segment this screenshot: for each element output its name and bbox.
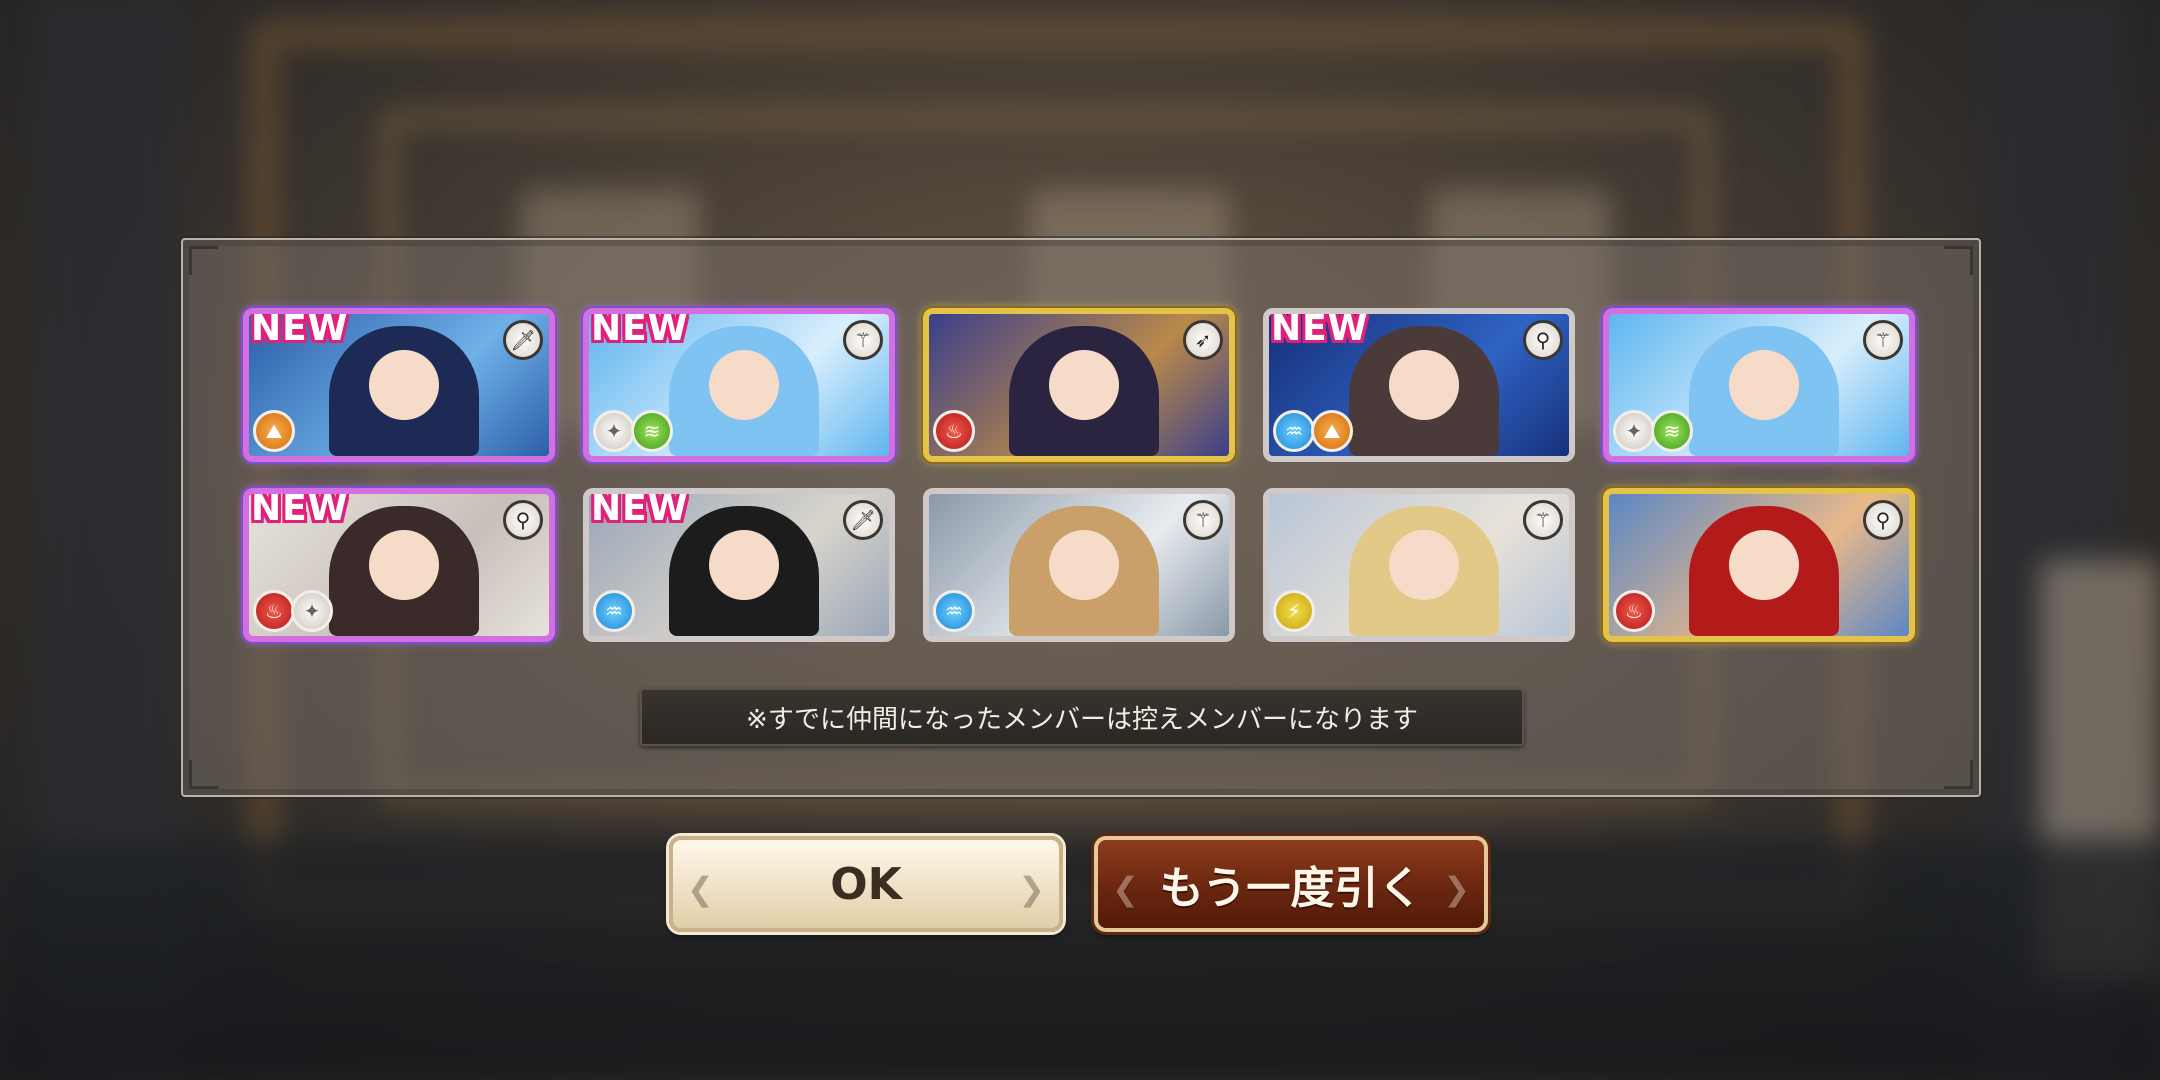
- chevron-right-icon: ❯: [1018, 870, 1045, 908]
- notice-text: ※すでに仲間になったメンバーは控えメンバーになります: [745, 704, 1419, 735]
- result-card[interactable]: ⚚ ⚡: [1263, 488, 1575, 642]
- draw-again-button[interactable]: ❮ もう一度引く ❯: [1094, 836, 1488, 932]
- character-face: [709, 350, 779, 420]
- element-icons: ⛰: [253, 410, 295, 452]
- bg-floor: [0, 840, 2160, 1080]
- result-card[interactable]: NEW 🗡 ♒: [583, 488, 895, 642]
- ok-button[interactable]: ❮ OK ❯: [669, 836, 1063, 932]
- staff-icon: ⚚: [1183, 500, 1223, 540]
- fire-element-icon: ♨: [253, 590, 295, 632]
- element-icons: ♒ ⛰: [1273, 410, 1353, 452]
- thunder-element-icon: ⚡: [1273, 590, 1315, 632]
- result-card[interactable]: NEW ⚚ ✦ ≋: [583, 308, 895, 462]
- magnifier-icon: ⚲: [503, 500, 543, 540]
- character-face: [1049, 350, 1119, 420]
- corner-ornament: [1944, 760, 1973, 789]
- new-badge: NEW: [591, 308, 689, 349]
- element-icons: ♨: [1613, 590, 1655, 632]
- water-element-icon: ♒: [933, 590, 975, 632]
- new-badge: NEW: [251, 308, 349, 349]
- element-icons: ♒: [593, 590, 635, 632]
- character-face: [1049, 530, 1119, 600]
- water-element-icon: ♒: [1273, 410, 1315, 452]
- light-element-icon: ✦: [1613, 410, 1655, 452]
- element-icons: ♒: [933, 590, 975, 632]
- character-face: [369, 350, 439, 420]
- earth-element-icon: ⛰: [253, 410, 295, 452]
- bow-icon: ➶: [1183, 320, 1223, 360]
- notice-banner: ※すでに仲間になったメンバーは控えメンバーになります: [640, 688, 1524, 746]
- character-face: [1729, 530, 1799, 600]
- character-face: [1389, 530, 1459, 600]
- earth-element-icon: ⛰: [1311, 410, 1353, 452]
- element-icons: ♨: [933, 410, 975, 452]
- result-card[interactable]: NEW 🗡 ⛰: [243, 308, 555, 462]
- new-badge: NEW: [591, 488, 689, 529]
- magnifier-icon: ⚲: [1863, 500, 1903, 540]
- sword-icon: 🗡: [503, 320, 543, 360]
- staff-icon: ⚚: [1863, 320, 1903, 360]
- wind-element-icon: ≋: [1651, 410, 1693, 452]
- result-card[interactable]: ⚲ ♨: [1603, 488, 1915, 642]
- wind-element-icon: ≋: [631, 410, 673, 452]
- sword-icon: 🗡: [843, 500, 883, 540]
- draw-again-button-label: もう一度引く: [1159, 863, 1423, 914]
- ok-button-label: OK: [830, 858, 902, 910]
- water-element-icon: ♒: [593, 590, 635, 632]
- magnifier-icon: ⚲: [1523, 320, 1563, 360]
- staff-icon: ⚚: [843, 320, 883, 360]
- character-face: [1389, 350, 1459, 420]
- result-card[interactable]: ⚚ ✦ ≋: [1603, 308, 1915, 462]
- result-card[interactable]: NEW ⚲ ♒ ⛰: [1263, 308, 1575, 462]
- corner-ornament: [1944, 246, 1973, 275]
- chevron-left-icon: ❮: [687, 870, 714, 908]
- fire-element-icon: ♨: [1613, 590, 1655, 632]
- new-badge: NEW: [1271, 308, 1369, 349]
- chevron-left-icon: ❮: [1112, 870, 1139, 908]
- fire-element-icon: ♨: [933, 410, 975, 452]
- corner-ornament: [189, 760, 218, 789]
- light-element-icon: ✦: [593, 410, 635, 452]
- corner-ornament: [189, 246, 218, 275]
- result-card[interactable]: NEW ⚲ ♨ ✦: [243, 488, 555, 642]
- chevron-right-icon: ❯: [1443, 870, 1470, 908]
- element-icons: ⚡: [1273, 590, 1315, 632]
- staff-icon: ⚚: [1523, 500, 1563, 540]
- character-face: [709, 530, 779, 600]
- character-face: [1729, 350, 1799, 420]
- light-element-icon: ✦: [291, 590, 333, 632]
- element-icons: ♨ ✦: [253, 590, 333, 632]
- element-icons: ✦ ≋: [593, 410, 673, 452]
- new-badge: NEW: [251, 488, 349, 529]
- result-card[interactable]: ⚚ ♒: [923, 488, 1235, 642]
- result-card[interactable]: ➶ ♨: [923, 308, 1235, 462]
- element-icons: ✦ ≋: [1613, 410, 1693, 452]
- character-face: [369, 530, 439, 600]
